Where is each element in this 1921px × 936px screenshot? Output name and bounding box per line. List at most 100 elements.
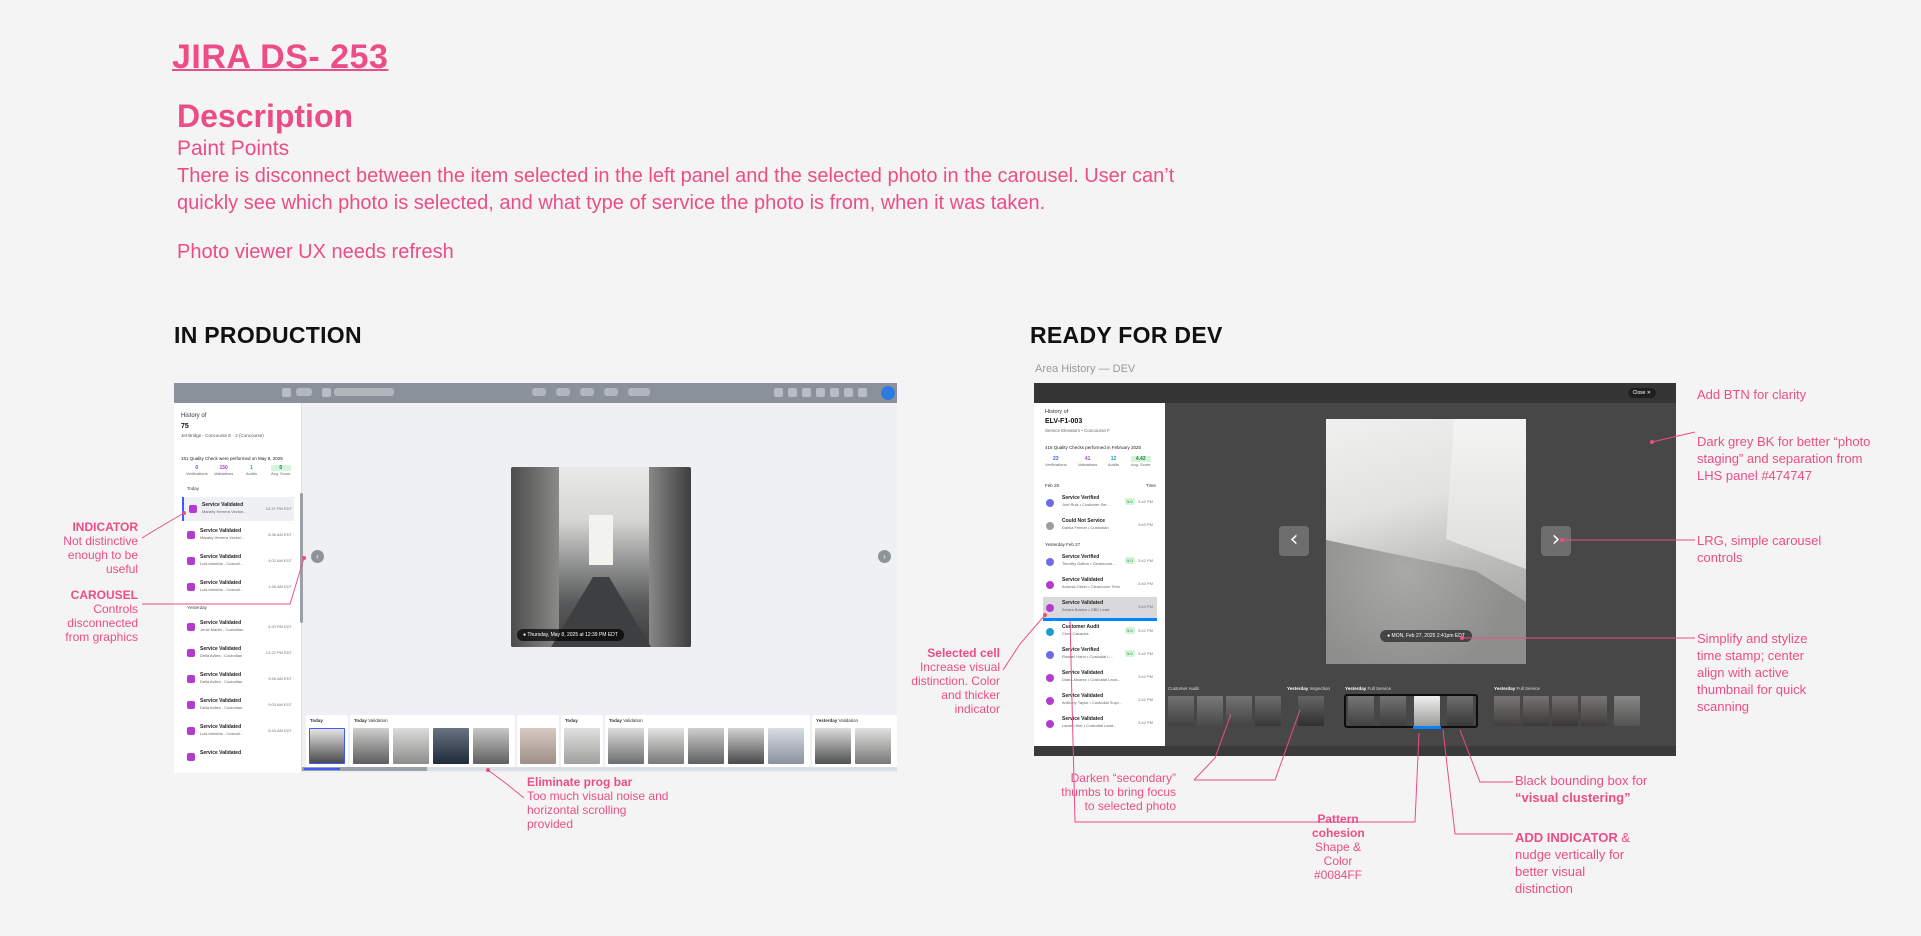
list-item[interactable]: Service Validated Jenie Martin - Custodia… — [182, 615, 294, 639]
validated-icon — [1046, 697, 1054, 705]
thumb-group: Today — [561, 715, 603, 767]
list-item[interactable]: Service Verified Timothy Galton • Cleanro… — [1043, 551, 1157, 573]
list-item-selected[interactable]: Service Validated Maraby Herrera Vectori.… — [182, 497, 294, 521]
list-item[interactable]: Service Validated Delia Aviles - Custodia… — [182, 693, 294, 717]
thumbnail[interactable] — [1348, 696, 1374, 726]
location-label: Jet Bridge - Concourse E - 2 (Concourse) — [181, 433, 264, 438]
close-button[interactable]: Close ✕ — [1627, 388, 1656, 398]
carousel-prev-button[interactable]: ‹ — [1279, 526, 1309, 556]
thumbnail[interactable] — [353, 728, 389, 764]
location-label: Service Elevators • Concourse F — [1045, 428, 1110, 433]
annotation-pattern-cohesion: Pattern cohesion Shape & Color #0084FF — [1312, 812, 1365, 882]
thumbnail[interactable] — [728, 728, 764, 764]
description-heading: Description — [177, 98, 354, 134]
list-item[interactable]: Could Not Service Dahlia Fenton • Custodi… — [1043, 515, 1157, 537]
list-item-selected[interactable]: Service Validated Amara Bowen • CBD Lead 3… — [1043, 597, 1157, 621]
validated-icon — [187, 583, 195, 591]
validated-icon — [187, 727, 195, 735]
thumbnail-active[interactable] — [1414, 696, 1440, 726]
list-item[interactable]: Service Verified Russell Hahn • Custodial… — [1043, 644, 1157, 666]
date-label: Feb 28 — [1045, 483, 1060, 488]
annotation-add-indicator: ADD INDICATOR & nudge vertically for bet… — [1515, 830, 1631, 896]
list-item[interactable]: Service Validated Diana Alvarez • Custodi… — [1043, 667, 1157, 689]
toolbar-icon — [844, 388, 853, 397]
validated-icon — [1046, 604, 1054, 612]
thumbnail[interactable] — [520, 728, 556, 764]
thumbnail[interactable] — [1168, 696, 1194, 726]
list-item[interactable]: Service Validated Delia Aviles - Custodia… — [182, 667, 294, 691]
thumbnail[interactable] — [815, 728, 851, 764]
thumbnail[interactable] — [648, 728, 684, 764]
thumbnail[interactable] — [1226, 696, 1252, 726]
thumbnail[interactable] — [608, 728, 644, 764]
carousel-next-button[interactable]: › — [1541, 526, 1571, 556]
dev-left-panel: History of ELV-F1-003 Service Elevators … — [1034, 403, 1165, 746]
nav-placeholder — [580, 388, 594, 396]
top-nav-bar — [174, 383, 897, 403]
list-item[interactable]: Service Validated Luis Almeida - Custodi.… — [182, 719, 294, 743]
thumbnail[interactable] — [1447, 696, 1473, 726]
thumbnail[interactable] — [688, 728, 724, 764]
thumb-group: Today — [306, 715, 348, 767]
thumbnail[interactable] — [1380, 696, 1406, 726]
list-item[interactable]: Service Verified Joel Ruiz • Customer Ser… — [1043, 492, 1157, 514]
thumb-group: Today Validation — [350, 715, 515, 767]
carousel-prev-button[interactable]: ‹ — [311, 550, 324, 563]
thumbnail[interactable] — [1614, 696, 1640, 726]
annotation-darken-thumbs: Darken “secondary” thumbs to bring focus… — [1061, 771, 1176, 813]
thumbnail[interactable] — [1523, 696, 1549, 726]
production-left-panel: History of 75 Jet Bridge - Concourse E -… — [174, 403, 302, 773]
thumbnail[interactable] — [1197, 696, 1223, 726]
date-label: Yesterday Feb 27 — [1045, 542, 1081, 547]
logo-icon — [282, 388, 291, 397]
left-panel-scrollbar[interactable] — [300, 493, 303, 623]
jira-ticket-title: JIRA DS- 253 — [172, 38, 389, 76]
annotation-indicator: INDICATOR Not distinctive enough to be us… — [63, 520, 138, 576]
annotation-dark-grey: Dark grey BK for better “photo staging” … — [1697, 434, 1871, 483]
thumb-group-label: Yesterday Full Service — [1494, 686, 1541, 691]
avatar — [881, 386, 895, 400]
nav-placeholder — [604, 388, 618, 396]
thumbnail[interactable] — [768, 728, 804, 764]
list-item[interactable]: Service Validated Lauren Kier • Custodial… — [1043, 713, 1157, 735]
validated-icon — [1046, 581, 1054, 589]
list-item[interactable]: Service Validated Delia Aviles - Custodia… — [182, 641, 294, 665]
annotation-prog-bar: Eliminate prog bar Too much visual noise … — [527, 775, 669, 831]
annotation-add-btn: Add BTN for clarity — [1697, 387, 1807, 402]
thumbnail[interactable] — [1255, 696, 1281, 726]
annotation-selected-cell: Selected cell Increase visual distinction… — [911, 646, 1000, 716]
thumbnail[interactable] — [1552, 696, 1578, 726]
thumbnail[interactable] — [564, 728, 600, 764]
thumbnail[interactable] — [473, 728, 509, 764]
time-column-label: Time — [1146, 483, 1156, 488]
production-heading: IN PRODUCTION — [174, 322, 362, 348]
validated-icon — [187, 675, 195, 683]
list-item[interactable]: Service Validated — [182, 745, 294, 769]
list-item[interactable]: Service Validated Antonia Oliver • Cleanr… — [1043, 574, 1157, 596]
thumbnail[interactable] — [1581, 696, 1607, 726]
annotation-simplify-timestamp: Simplify and stylize time stamp; center … — [1697, 631, 1808, 714]
list-item[interactable]: Service Validated Luis Almeida - Custodi.… — [182, 575, 294, 599]
toolbar-icon — [774, 388, 783, 397]
audit-icon — [1046, 628, 1054, 636]
stat-validations: 41 Validations — [1078, 456, 1098, 467]
list-item[interactable]: Service Validated Anthony Taylor • Custod… — [1043, 690, 1157, 712]
thumbnail-active[interactable] — [309, 728, 345, 764]
thumbnail[interactable] — [393, 728, 429, 764]
thumb-group: Yesterday Validation — [812, 715, 897, 767]
thumbnail[interactable] — [1298, 696, 1324, 726]
thumbnail[interactable] — [855, 728, 891, 764]
thumbnail[interactable] — [433, 728, 469, 764]
thumb-group: Today Validation — [605, 715, 810, 767]
thumbnail[interactable] — [1494, 696, 1520, 726]
today-label: Today — [187, 486, 200, 491]
list-item[interactable]: Service Validated Maraby Herrera Vectori.… — [182, 523, 294, 547]
list-item[interactable]: Customer Audit Chris Cabacha 5.0 3:42 PM — [1043, 621, 1157, 643]
stat-verifications: 0 Verifications — [186, 465, 208, 476]
validated-icon — [187, 753, 195, 761]
stat-audits: 1 Audits — [246, 465, 258, 476]
progress-bar[interactable] — [302, 767, 897, 771]
toolbar-icon — [788, 388, 797, 397]
carousel-next-button[interactable]: › — [878, 550, 891, 563]
list-item[interactable]: Service Validated Luis Almeida - Custodi.… — [182, 549, 294, 573]
